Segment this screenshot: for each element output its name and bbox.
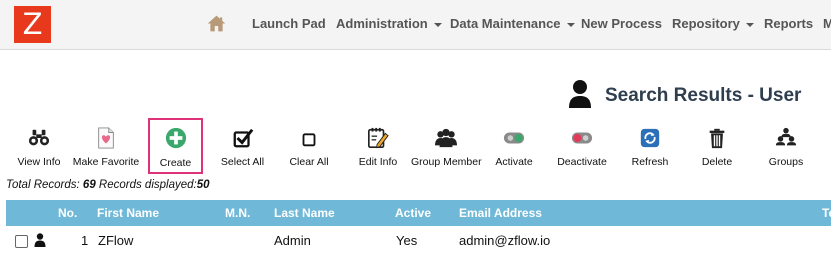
- edit-document-icon: [368, 127, 389, 149]
- column-header-first-name[interactable]: First Name: [97, 206, 159, 220]
- top-navbar: Z Launch Pad Administration Data Mainten…: [0, 0, 831, 50]
- activate-button[interactable]: Activate: [489, 124, 539, 172]
- column-header-mn[interactable]: M.N.: [225, 206, 250, 220]
- app-logo[interactable]: Z: [14, 6, 51, 43]
- cell-last-name: Admin: [274, 233, 311, 248]
- nav-new-process-label: New Process: [581, 16, 662, 31]
- delete-button[interactable]: Delete: [694, 124, 740, 172]
- records-displayed-label: Records displayed:: [95, 179, 197, 191]
- total-records-label: Total Records:: [6, 179, 83, 191]
- nav-new-process[interactable]: New Process: [581, 16, 662, 31]
- binoculars-icon: [28, 129, 50, 146]
- column-header-active[interactable]: Active: [395, 206, 431, 220]
- nav-reports-label: Reports: [764, 16, 814, 31]
- records-displayed-value: 50: [196, 179, 210, 191]
- users-group-icon: [435, 128, 457, 148]
- deactivate-label: Deactivate: [557, 156, 607, 168]
- checkbox-empty-icon: [302, 133, 316, 147]
- home-icon[interactable]: [206, 13, 227, 34]
- trash-icon: [709, 128, 725, 149]
- nav-launch-pad-label: Launch Pad: [252, 16, 326, 31]
- view-info-label: View Info: [17, 156, 61, 168]
- chevron-down-icon: [745, 22, 754, 27]
- nav-data-maintenance-label: Data Maintenance: [450, 16, 561, 31]
- column-header-no[interactable]: No.: [58, 206, 77, 220]
- table-row[interactable]: 1 ZFlow Admin Yes admin@zflow.io: [6, 227, 831, 254]
- column-header-last-name[interactable]: Last Name: [274, 206, 335, 220]
- refresh-label: Refresh: [631, 156, 669, 168]
- nav-administration-label: Administration: [336, 16, 428, 31]
- nav-launch-pad[interactable]: Launch Pad: [252, 16, 326, 31]
- nav-reports[interactable]: Reports: [764, 16, 813, 31]
- groups-label: Groups: [768, 156, 804, 168]
- clear-all-label: Clear All: [289, 156, 329, 168]
- chevron-down-icon: [566, 22, 575, 27]
- select-all-button[interactable]: Select All: [215, 124, 270, 172]
- cell-first-name: ZFlow: [98, 233, 134, 248]
- groups-icon: [775, 127, 797, 146]
- record-count: Total Records: 69 Records displayed:50: [6, 179, 210, 191]
- create-button[interactable]: Create: [148, 118, 203, 174]
- page-title: Search Results - User: [605, 85, 802, 106]
- delete-label: Delete: [701, 156, 733, 168]
- clear-all-button[interactable]: Clear All: [283, 124, 335, 172]
- checkbox-checked-icon: [233, 128, 253, 148]
- groups-button[interactable]: Groups: [763, 124, 809, 172]
- chevron-down-icon: [433, 22, 442, 27]
- select-all-label: Select All: [220, 156, 265, 168]
- refresh-icon: [640, 128, 660, 148]
- plus-circle-icon: [165, 127, 186, 149]
- create-label: Create: [159, 157, 192, 169]
- deactivate-button[interactable]: Deactivate: [554, 124, 610, 172]
- make-favorite-button[interactable]: Make Favorite: [70, 124, 142, 172]
- favorite-document-icon: [98, 127, 114, 149]
- cell-active: Yes: [396, 233, 418, 248]
- nav-overflow-label: M: [823, 16, 831, 31]
- user-icon: [569, 80, 591, 108]
- nav-administration[interactable]: Administration: [336, 16, 442, 31]
- edit-info-label: Edit Info: [358, 156, 398, 168]
- row-checkbox[interactable]: [15, 235, 28, 248]
- nav-repository-label: Repository: [672, 16, 740, 31]
- view-info-button[interactable]: View Info: [14, 124, 64, 172]
- column-header-email[interactable]: Email Address: [459, 206, 542, 220]
- nav-repository[interactable]: Repository: [672, 16, 754, 31]
- group-member-label: Group Member: [411, 156, 482, 168]
- toggle-on-icon: [503, 132, 525, 144]
- total-records-value: 69: [82, 179, 96, 191]
- refresh-button[interactable]: Refresh: [626, 124, 674, 172]
- user-icon: [34, 233, 46, 247]
- table-header: No. First Name M.N. Last Name Active Ema…: [6, 200, 831, 226]
- group-member-button[interactable]: Group Member: [411, 124, 482, 172]
- column-header-overflow[interactable]: Te: [822, 206, 831, 220]
- edit-info-button[interactable]: Edit Info: [352, 124, 404, 172]
- cell-no: 1: [81, 233, 89, 248]
- make-favorite-label: Make Favorite: [72, 156, 140, 168]
- nav-data-maintenance[interactable]: Data Maintenance: [450, 16, 575, 31]
- cell-email: admin@zflow.io: [459, 233, 551, 248]
- activate-label: Activate: [495, 156, 533, 168]
- toggle-off-icon: [571, 132, 593, 144]
- nav-overflow-item[interactable]: M: [823, 16, 831, 31]
